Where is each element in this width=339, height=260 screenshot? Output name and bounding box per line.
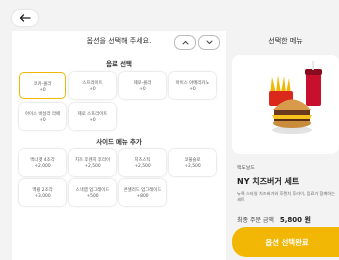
confirm-options-button[interactable]: 옵션 선택완료 <box>232 227 339 257</box>
total-value: 5,800 원 <box>279 216 311 224</box>
total-price: 최종 주문 금액 5,800 원 <box>237 215 311 225</box>
product-description: 뉴욕 스타일 치즈버거와 후렌치 후라이, 음료가 함께하는 세트 <box>237 191 335 202</box>
product-image <box>232 55 339 154</box>
side-section-title: 사이드 메뉴 추가 <box>96 138 142 146</box>
option-card-drink-1[interactable]: 코카-콜라 +0 <box>19 72 66 99</box>
option-name: 아이스 바닐라 라떼 <box>24 112 61 117</box>
options-panel: 옵션을 선택해 주세요. 음료 선택 코카-콜라 +0 스프라이트 +0 제로-… <box>12 31 226 260</box>
chevron-up-icon <box>182 40 188 45</box>
scroll-up-button[interactable] <box>174 35 196 50</box>
option-name: 제로-콜라 <box>133 81 152 86</box>
option-card-drink-6[interactable]: 제로 스프라이트 +0 <box>69 103 116 130</box>
back-button[interactable] <box>12 10 38 26</box>
top-bar <box>0 0 339 31</box>
product-name: NY 치즈버거 세트 <box>237 177 300 186</box>
option-card-side-4[interactable]: 코울슬로 +2,500 <box>169 149 216 176</box>
option-price: +2,000 <box>34 164 51 169</box>
option-price: +3,000 <box>34 194 51 199</box>
option-price: +500 <box>86 194 99 199</box>
option-price: +0 <box>189 87 196 92</box>
option-card-drink-5[interactable]: 아이스 바닐라 라떼 +0 <box>19 103 66 130</box>
option-price: +2,500 <box>184 164 201 169</box>
option-name: 스낵랩 업그레이드 <box>75 188 110 193</box>
option-card-drink-4[interactable]: 아이스 아메리카노 +0 <box>169 72 216 99</box>
order-summary-panel: 선택한 메뉴 맥도날드 NY 치즈버거 세트 뉴욕 스타일 치즈버거와 후렌치 … <box>232 31 339 260</box>
option-price: +0 <box>89 118 96 123</box>
option-name: 스프라이트 <box>82 81 103 86</box>
option-card-side-7[interactable]: 콘샐러드 업그레이드 +800 <box>119 179 166 206</box>
option-card-side-3[interactable]: 치즈스틱 +2,500 <box>119 149 166 176</box>
option-name: 제로 스프라이트 <box>77 112 108 117</box>
option-name: 코카-콜라 <box>33 82 52 87</box>
option-name: 치즈 후렌치 후라이 <box>74 158 111 163</box>
burger-set-illustration <box>269 61 322 134</box>
drink-section-title: 음료 선택 <box>106 60 132 68</box>
option-card-side-2[interactable]: 치즈 후렌치 후라이 +2,500 <box>69 149 116 176</box>
option-name: 맥윙 2조각 <box>32 188 53 193</box>
options-header: 옵션을 선택해 주세요. <box>12 31 226 52</box>
option-price: +0 <box>139 87 146 92</box>
option-card-drink-2[interactable]: 스프라이트 +0 <box>69 72 116 99</box>
option-card-drink-3[interactable]: 제로-콜라 +0 <box>119 72 166 99</box>
option-price: +800 <box>136 194 149 199</box>
option-price: +2,500 <box>84 164 101 169</box>
arrow-left-icon <box>19 14 31 22</box>
option-name: 콘샐러드 업그레이드 <box>123 188 162 193</box>
option-price: +0 <box>89 87 96 92</box>
chevron-down-icon <box>206 40 212 45</box>
scroll-down-button[interactable] <box>198 35 220 50</box>
brand-name: 맥도날드 <box>237 166 255 171</box>
option-card-side-5[interactable]: 맥윙 2조각 +3,000 <box>19 179 66 206</box>
option-card-side-6[interactable]: 스낵랩 업그레이드 +500 <box>69 179 116 206</box>
option-price: +0 <box>39 118 46 123</box>
summary-title: 선택한 메뉴 <box>268 37 303 45</box>
option-card-side-1[interactable]: 맥너겟 4조각 +2,000 <box>19 149 66 176</box>
option-price: +0 <box>39 88 46 93</box>
option-name: 맥너겟 4조각 <box>30 158 55 163</box>
option-name: 코울슬로 <box>184 158 201 163</box>
option-price: +2,500 <box>134 164 151 169</box>
option-name: 치즈스틱 <box>134 158 151 163</box>
option-name: 아이스 아메리카노 <box>175 81 210 86</box>
total-label: 최종 주문 금액 <box>237 217 274 224</box>
